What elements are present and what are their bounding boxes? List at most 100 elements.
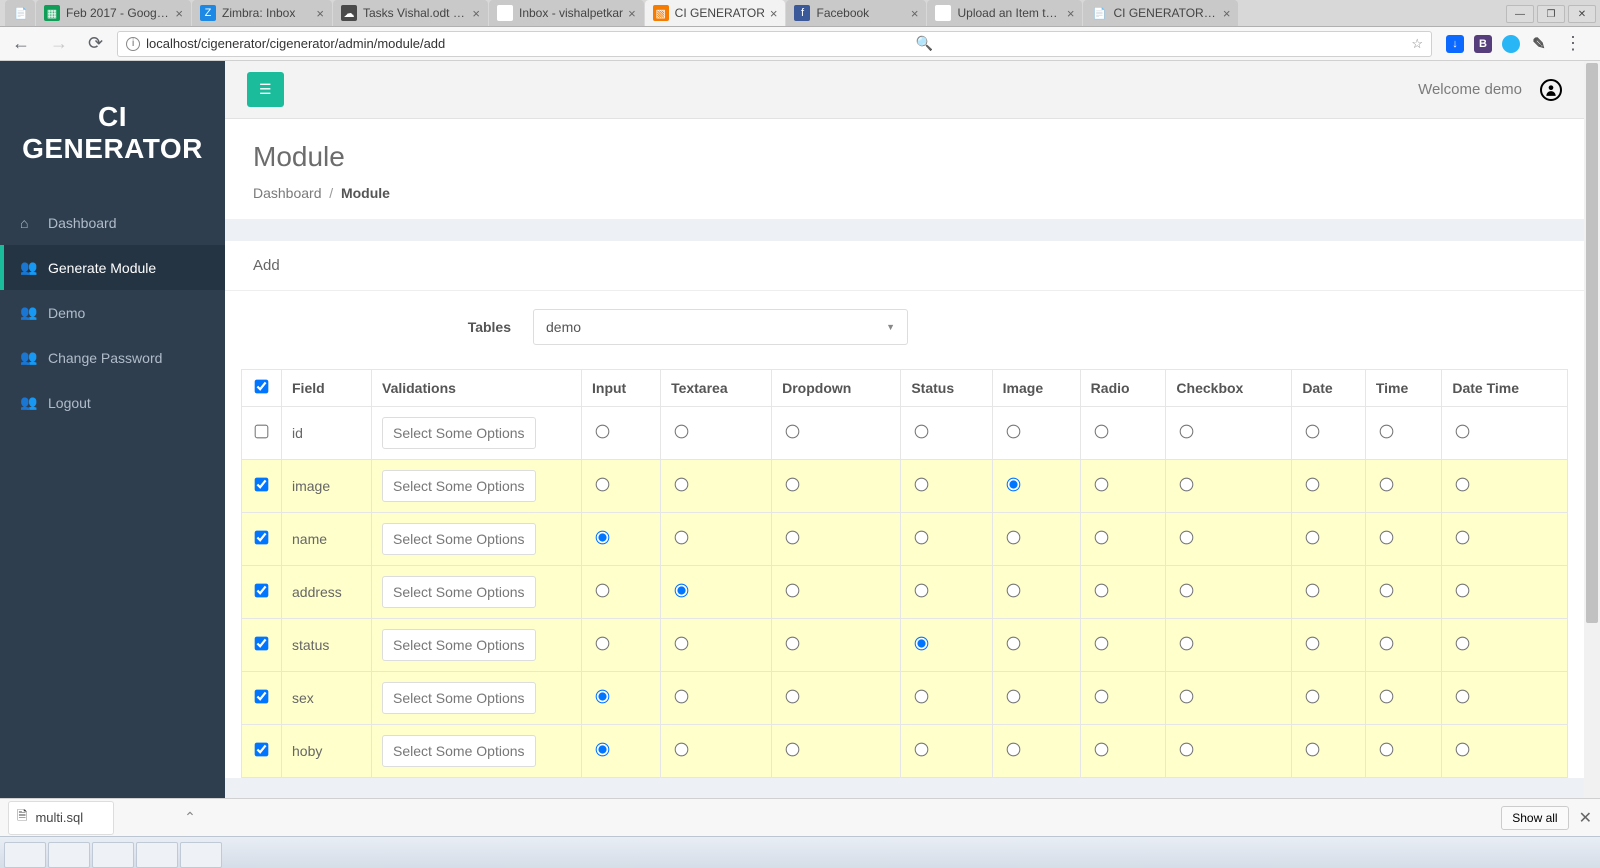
fieldtype-radio-date[interactable] <box>1306 584 1320 598</box>
fieldtype-radio-checkbox[interactable] <box>1180 637 1194 651</box>
fieldtype-radio-date[interactable] <box>1306 690 1320 704</box>
fieldtype-radio-textarea[interactable] <box>675 584 689 598</box>
tab-close-icon[interactable]: × <box>472 6 480 21</box>
sidebar-item-logout[interactable]: 👥Logout <box>0 380 225 425</box>
nav-reload-icon[interactable]: ⟳ <box>82 31 109 56</box>
fieldtype-radio-dropdown[interactable] <box>786 478 800 492</box>
taskbar-app[interactable] <box>136 842 178 868</box>
fieldtype-radio-image[interactable] <box>1006 584 1020 598</box>
fieldtype-radio-input[interactable] <box>596 743 610 757</box>
fieldtype-radio-checkbox[interactable] <box>1180 531 1194 545</box>
fieldtype-radio-status[interactable] <box>915 637 929 651</box>
fieldtype-radio-dropdown[interactable] <box>786 743 800 757</box>
tab-close-icon[interactable]: × <box>770 6 778 21</box>
fieldtype-radio-time[interactable] <box>1380 478 1394 492</box>
taskbar-app[interactable] <box>180 842 222 868</box>
bookmark-star-icon[interactable]: ☆ <box>1411 36 1423 52</box>
fieldtype-radio-date-time[interactable] <box>1456 478 1470 492</box>
fieldtype-radio-input[interactable] <box>596 478 610 492</box>
row-checkbox[interactable] <box>255 425 269 439</box>
tab-close-icon[interactable]: × <box>316 6 324 21</box>
tab-close-icon[interactable]: × <box>1223 6 1231 21</box>
download-item[interactable]: 🗎 multi.sql <box>8 801 114 835</box>
fieldtype-radio-image[interactable] <box>1006 637 1020 651</box>
row-checkbox[interactable] <box>255 637 269 651</box>
fieldtype-radio-image[interactable] <box>1006 425 1020 439</box>
fieldtype-radio-textarea[interactable] <box>675 690 689 704</box>
fieldtype-radio-dropdown[interactable] <box>786 584 800 598</box>
taskbar-app[interactable] <box>92 842 134 868</box>
browser-tab[interactable]: ZZimbra: Inbox× <box>192 0 332 26</box>
fieldtype-radio-date-time[interactable] <box>1456 425 1470 439</box>
browser-menu-icon[interactable]: ⋮ <box>1558 31 1588 56</box>
nav-forward-icon[interactable]: → <box>44 31 74 56</box>
browser-tab[interactable]: MInbox - vishalpetkar× <box>489 0 644 26</box>
window-maximize[interactable]: ❐ <box>1537 5 1565 23</box>
taskbar-app[interactable] <box>48 842 90 868</box>
close-download-bar-icon[interactable]: ✕ <box>1579 808 1592 828</box>
fieldtype-radio-radio[interactable] <box>1094 743 1108 757</box>
fieldtype-radio-status[interactable] <box>915 425 929 439</box>
extension-icon[interactable] <box>1502 35 1520 53</box>
row-checkbox[interactable] <box>255 478 269 492</box>
fieldtype-radio-dropdown[interactable] <box>786 531 800 545</box>
fieldtype-radio-textarea[interactable] <box>675 637 689 651</box>
sidebar-item-change-password[interactable]: 👥Change Password <box>0 335 225 380</box>
nav-back-icon[interactable]: ← <box>6 31 36 56</box>
fieldtype-radio-input[interactable] <box>596 584 610 598</box>
fieldtype-radio-status[interactable] <box>915 690 929 704</box>
fieldtype-radio-input[interactable] <box>596 690 610 704</box>
window-minimize[interactable]: — <box>1506 5 1534 23</box>
select-all-checkbox[interactable] <box>255 380 269 394</box>
fieldtype-radio-textarea[interactable] <box>675 743 689 757</box>
fieldtype-radio-status[interactable] <box>915 478 929 492</box>
fieldtype-radio-image[interactable] <box>1006 743 1020 757</box>
validations-multiselect[interactable]: Select Some Options <box>382 629 536 661</box>
fieldtype-radio-time[interactable] <box>1380 743 1394 757</box>
tab-close-icon[interactable]: × <box>911 6 919 21</box>
validations-multiselect[interactable]: Select Some Options <box>382 470 536 502</box>
window-close[interactable]: ✕ <box>1568 5 1596 23</box>
fieldtype-radio-status[interactable] <box>915 584 929 598</box>
extension-icon[interactable]: B <box>1474 35 1492 53</box>
tab-close-icon[interactable]: × <box>628 6 636 21</box>
fieldtype-radio-date-time[interactable] <box>1456 690 1470 704</box>
fieldtype-radio-radio[interactable] <box>1094 690 1108 704</box>
fieldtype-radio-radio[interactable] <box>1094 478 1108 492</box>
validations-multiselect[interactable]: Select Some Options <box>382 735 536 767</box>
fieldtype-radio-date-time[interactable] <box>1456 531 1470 545</box>
fieldtype-radio-date-time[interactable] <box>1456 743 1470 757</box>
browser-tab[interactable]: 📄CI GENERATOR | Lo× <box>1083 0 1238 26</box>
sidebar-item-demo[interactable]: 👥Demo <box>0 290 225 335</box>
site-info-icon[interactable]: i <box>126 37 140 51</box>
extension-icon[interactable]: ↓ <box>1446 35 1464 53</box>
fieldtype-radio-image[interactable] <box>1006 478 1020 492</box>
fieldtype-radio-date[interactable] <box>1306 478 1320 492</box>
browser-tab[interactable]: fFacebook× <box>786 0 926 26</box>
fieldtype-radio-input[interactable] <box>596 425 610 439</box>
row-checkbox[interactable] <box>255 743 269 757</box>
address-bar[interactable]: i localhost/cigenerator/cigenerator/admi… <box>117 31 1432 57</box>
fieldtype-radio-dropdown[interactable] <box>786 425 800 439</box>
sidebar-item-generate-module[interactable]: 👥Generate Module <box>0 245 225 290</box>
fieldtype-radio-time[interactable] <box>1380 584 1394 598</box>
fieldtype-radio-checkbox[interactable] <box>1180 425 1194 439</box>
validations-multiselect[interactable]: Select Some Options <box>382 417 536 449</box>
fieldtype-radio-date-time[interactable] <box>1456 637 1470 651</box>
tables-select[interactable]: demo <box>533 309 908 345</box>
fieldtype-radio-date[interactable] <box>1306 637 1320 651</box>
sidebar-item-dashboard[interactable]: ⌂Dashboard <box>0 201 225 245</box>
user-avatar-icon[interactable] <box>1540 79 1562 101</box>
browser-tab[interactable]: ◱Upload an Item to P× <box>927 0 1082 26</box>
tab-close-icon[interactable]: × <box>1067 6 1075 21</box>
validations-multiselect[interactable]: Select Some Options <box>382 576 536 608</box>
fieldtype-radio-image[interactable] <box>1006 690 1020 704</box>
row-checkbox[interactable] <box>255 690 269 704</box>
taskbar-app[interactable] <box>4 842 46 868</box>
fieldtype-radio-radio[interactable] <box>1094 584 1108 598</box>
fieldtype-radio-status[interactable] <box>915 743 929 757</box>
fieldtype-radio-time[interactable] <box>1380 637 1394 651</box>
fieldtype-radio-radio[interactable] <box>1094 531 1108 545</box>
zoom-icon[interactable]: 🔍 <box>916 35 933 52</box>
fieldtype-radio-checkbox[interactable] <box>1180 478 1194 492</box>
